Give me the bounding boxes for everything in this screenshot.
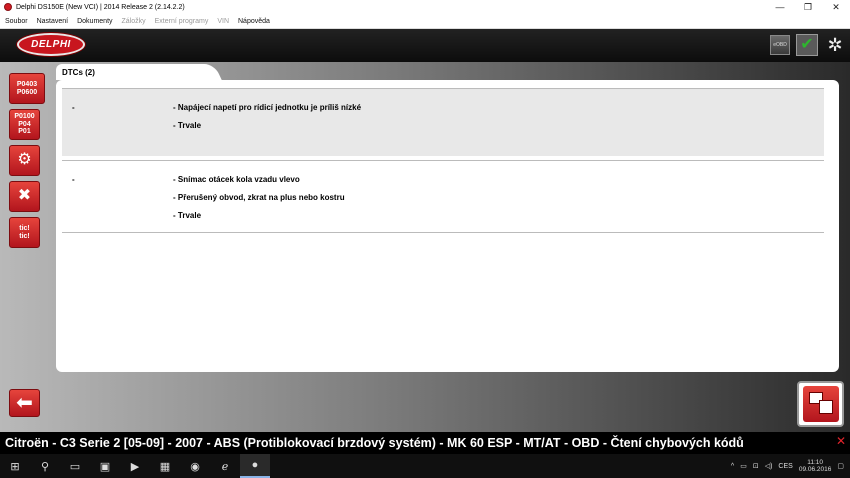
- dtc-description: - Napájecí napetí pro rídicí jednotku je…: [173, 103, 362, 112]
- tab-dtcs[interactable]: DTCs (2): [56, 64, 206, 80]
- menu-soubor[interactable]: Soubor: [5, 18, 28, 25]
- tab-dtcs-label: DTCs (2): [62, 68, 95, 77]
- battery-icon[interactable]: ▭: [740, 462, 747, 470]
- arrow-left-icon: ⬅: [16, 392, 33, 414]
- menu-vin[interactable]: VIN: [217, 18, 229, 25]
- clock[interactable]: 11:10 09.06.2016: [799, 459, 832, 474]
- tic-tic-icon: tic! tic!: [19, 225, 30, 240]
- back-button[interactable]: ⬅: [9, 389, 40, 417]
- dtc-row[interactable]: - - Snímac otácek kola vzadu vlevo - Pře…: [62, 160, 824, 233]
- vehicle-status-text: Citroën - C3 Serie 2 [05-09] - 2007 - AB…: [5, 436, 744, 450]
- tools-icon: ✖: [17, 187, 32, 205]
- title-bar: Delphi DS150E (New VCI) | 2014 Release 2…: [0, 0, 850, 14]
- checkmark-icon[interactable]: ✔: [796, 34, 818, 56]
- vehicle-status-line: Citroën - C3 Serie 2 [05-09] - 2007 - AB…: [0, 432, 850, 454]
- close-session-icon[interactable]: ✕: [836, 434, 846, 448]
- dtc-status: - Trvale: [173, 211, 202, 220]
- clear-codes-button[interactable]: P0100 P04 P01: [9, 109, 40, 140]
- toolbar: DELPHI eOBD ✔ ✲: [0, 29, 850, 62]
- dtc-fault-type: - Přerušený obvod, zkrat na plus nebo ko…: [173, 193, 345, 202]
- dtc-codes-icon: P0403 P0600: [16, 81, 38, 96]
- print-report-button[interactable]: [797, 381, 844, 427]
- app-icon[interactable]: ▦: [150, 454, 180, 478]
- dtc-code: -: [72, 175, 75, 184]
- delphi-logo: DELPHI: [17, 33, 85, 56]
- minimize-button[interactable]: —: [766, 0, 794, 14]
- menu-napoveda[interactable]: Nápověda: [238, 18, 270, 25]
- window-title: Delphi DS150E (New VCI) | 2014 Release 2…: [16, 3, 185, 11]
- delphi-taskbar-icon[interactable]: ●: [240, 454, 270, 478]
- internet-explorer-icon[interactable]: ℯ: [210, 454, 240, 478]
- close-button[interactable]: ✕: [822, 0, 850, 14]
- windows-taskbar: ⊞ ⚲ ▭ ▣ ▶ ▦ ◉ ℯ ● ^ ▭ ⊡ ◁) CES 11:10 09.…: [0, 454, 850, 478]
- search-icon[interactable]: ⚲: [30, 454, 60, 478]
- print-icon: [802, 386, 839, 422]
- language-indicator[interactable]: CES: [778, 463, 792, 470]
- dtc-code: -: [72, 103, 75, 112]
- engine-gauge-icon: ⚙: [17, 151, 32, 169]
- dtc-description: - Snímac otácek kola vzadu vlevo: [173, 175, 300, 184]
- store-icon[interactable]: ▣: [90, 454, 120, 478]
- menu-zalozky[interactable]: Záložky: [122, 18, 146, 25]
- dtc-status: - Trvale: [173, 121, 202, 130]
- menu-externi-programy[interactable]: Externí programy: [155, 18, 209, 25]
- clock-date: 09.06.2016: [798, 466, 832, 473]
- restore-button[interactable]: ❐: [794, 0, 822, 14]
- media-player-icon[interactable]: ▶: [120, 454, 150, 478]
- clear-codes-icon: P0100 P04 P01: [14, 113, 35, 136]
- clock-time: 11:10: [807, 458, 823, 466]
- dtc-codes-button[interactable]: P0403 P0600: [9, 73, 45, 104]
- dtc-row[interactable]: - - Napájecí napetí pro rídicí jednotku …: [62, 88, 824, 156]
- eobd-button[interactable]: eOBD: [770, 35, 790, 55]
- menu-bar: Soubor Nastavení Dokumenty Záložky Exter…: [0, 14, 850, 29]
- network-icon[interactable]: ⊡: [753, 462, 759, 470]
- windows-start-icon[interactable]: ⊞: [0, 454, 30, 478]
- menu-nastaveni[interactable]: Nastavení: [37, 18, 69, 25]
- actuator-test-button[interactable]: ✖: [9, 181, 40, 212]
- live-data-button[interactable]: ⚙: [9, 145, 40, 176]
- volume-icon[interactable]: ◁): [765, 462, 773, 470]
- delphi-app-icon: [4, 3, 12, 11]
- settings-gear-icon[interactable]: ✲: [824, 34, 846, 56]
- system-tray: ^ ▭ ⊡ ◁) CES 11:10 09.06.2016 ▢: [731, 459, 850, 474]
- adjustments-button[interactable]: tic! tic!: [9, 217, 40, 248]
- task-view-icon[interactable]: ▭: [60, 454, 90, 478]
- chevron-up-icon[interactable]: ^: [731, 463, 734, 470]
- menu-dokumenty[interactable]: Dokumenty: [77, 18, 112, 25]
- chrome-icon[interactable]: ◉: [180, 454, 210, 478]
- notifications-icon[interactable]: ▢: [837, 462, 844, 470]
